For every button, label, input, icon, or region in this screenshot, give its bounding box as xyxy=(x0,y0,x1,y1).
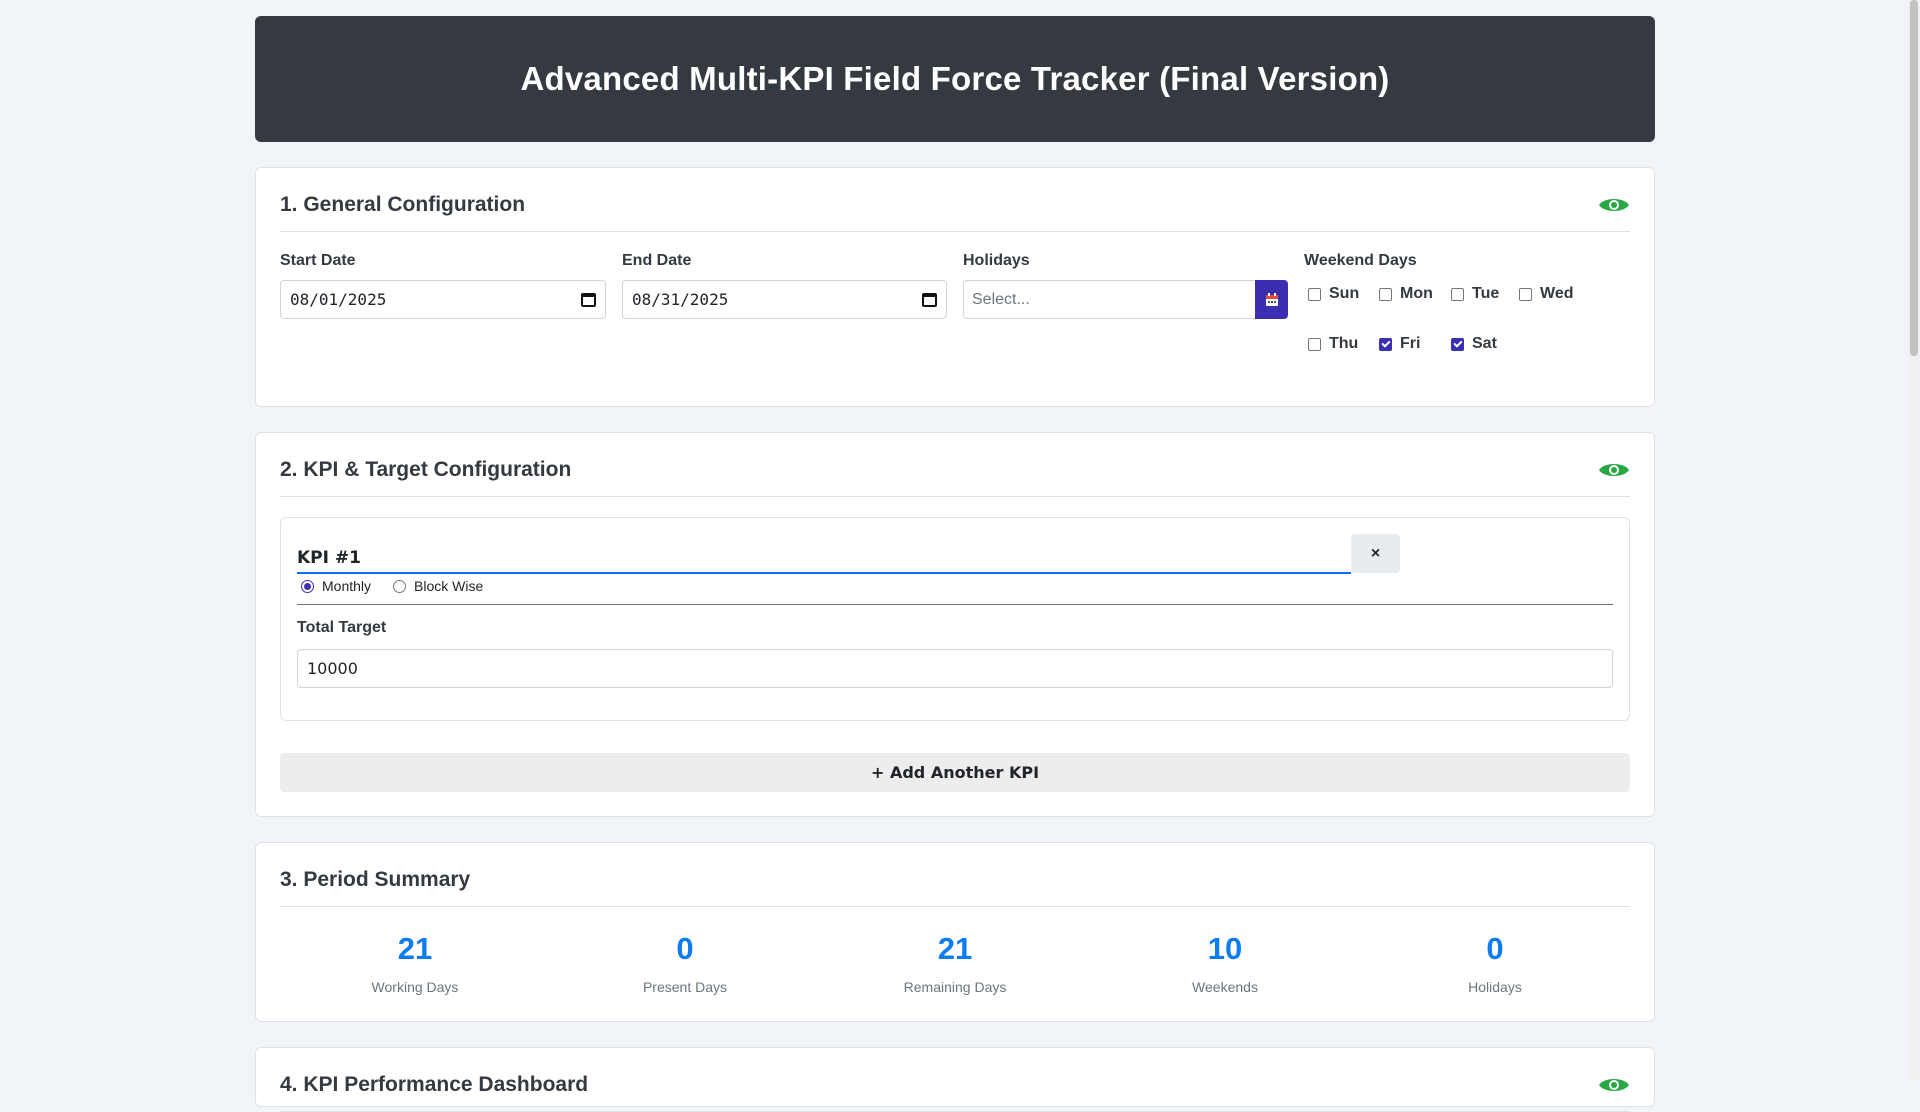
end-date-group: End Date 08/31/2025 xyxy=(622,252,947,358)
summary-stat: 21 Remaining Days xyxy=(820,931,1090,995)
kpi-dashboard-card: 4. KPI Performance Dashboard xyxy=(255,1047,1655,1112)
calendar-icon[interactable] xyxy=(581,292,596,307)
kpi-config-header: 2. KPI & Target Configuration xyxy=(280,458,1630,497)
holidays-label: Holidays xyxy=(963,252,1030,269)
weekend-label: Weekend Days xyxy=(1304,252,1417,269)
kpi-item: KPI #1 × Monthly Block Wise Total Target… xyxy=(280,517,1630,721)
kpi-mode-group: Monthly Block Wise xyxy=(297,578,1613,605)
weekday-checkbox[interactable] xyxy=(1379,287,1392,301)
holidays-group: Holidays Select... xyxy=(963,252,1288,358)
weekday-wed[interactable]: Wed xyxy=(1515,280,1575,308)
weekday-label: Mon xyxy=(1400,285,1433,302)
summary-stat: 0 Holidays xyxy=(1360,931,1630,995)
weekday-label: Fri xyxy=(1400,335,1421,352)
general-config-card: 1. General Configuration Start Date 08/0… xyxy=(255,167,1655,407)
mode-monthly-radio[interactable] xyxy=(301,579,314,593)
start-date-group: Start Date 08/01/2025 xyxy=(280,252,606,358)
weekday-tue[interactable]: Tue xyxy=(1447,280,1515,308)
stat-label: Holidays xyxy=(1468,979,1522,995)
stat-value: 21 xyxy=(397,931,433,966)
weekday-label: Sun xyxy=(1329,285,1360,302)
eye-icon[interactable] xyxy=(1598,195,1630,215)
stat-value: 21 xyxy=(937,931,973,966)
page-header: Advanced Multi-KPI Field Force Tracker (… xyxy=(255,16,1655,142)
stat-label: Weekends xyxy=(1192,979,1258,995)
weekday-grid: Sun Mon Tue Wed Thu Fri Sat xyxy=(1304,280,1629,358)
eye-icon[interactable] xyxy=(1598,1075,1630,1095)
weekday-sun[interactable]: Sun xyxy=(1304,280,1375,308)
kpi-config-card: 2. KPI & Target Configuration KPI #1 × M… xyxy=(255,432,1655,817)
mode-monthly-label: Monthly xyxy=(322,578,372,594)
add-kpi-button[interactable]: + Add Another KPI xyxy=(280,753,1630,792)
stat-label: Remaining Days xyxy=(903,979,1007,995)
end-date-label: End Date xyxy=(622,252,692,269)
page-container: Advanced Multi-KPI Field Force Tracker (… xyxy=(255,16,1655,1112)
kpi-name-input[interactable]: KPI #1 xyxy=(297,540,1351,574)
scrollbar-thumb[interactable] xyxy=(1910,0,1918,356)
end-date-value: 08/31/2025 xyxy=(632,290,729,309)
mode-block-radio[interactable] xyxy=(393,579,407,593)
page-scrollbar[interactable] xyxy=(1908,0,1920,1080)
weekday-thu[interactable]: Thu xyxy=(1304,330,1375,358)
mode-monthly-option[interactable]: Monthly xyxy=(297,578,371,594)
period-summary-card: 3. Period Summary 21 Working Days 0 Present… xyxy=(255,842,1655,1022)
weekday-checkbox[interactable] xyxy=(1308,287,1321,301)
weekday-sat[interactable]: Sat xyxy=(1447,330,1515,358)
period-summary-header: 3. Period Summary xyxy=(280,868,1630,907)
mode-block-label: Block Wise xyxy=(414,578,484,594)
summary-stat: 0 Present Days xyxy=(550,931,820,995)
kpi-config-title: 2. KPI & Target Configuration xyxy=(280,458,572,481)
summary-stat: 21 Working Days xyxy=(280,931,550,995)
period-summary-title: 3. Period Summary xyxy=(280,868,471,891)
general-config-title: 1. General Configuration xyxy=(280,193,526,216)
summary-stat: 10 Weekends xyxy=(1090,931,1360,995)
remove-kpi-button[interactable]: × xyxy=(1351,534,1400,573)
start-date-label: Start Date xyxy=(280,252,356,269)
stat-label: Working Days xyxy=(371,979,459,995)
stat-value: 0 xyxy=(676,931,694,966)
kpi-dashboard-title: 4. KPI Performance Dashboard xyxy=(280,1073,589,1096)
stat-value: 0 xyxy=(1486,931,1504,966)
weekday-checkbox[interactable] xyxy=(1379,337,1392,351)
start-date-input[interactable]: 08/01/2025 xyxy=(280,280,606,319)
start-date-value: 08/01/2025 xyxy=(290,290,387,309)
calendar-icon xyxy=(1265,292,1278,306)
weekday-checkbox[interactable] xyxy=(1451,287,1464,301)
weekday-checkbox[interactable] xyxy=(1308,337,1321,351)
holidays-input[interactable]: Select... xyxy=(963,280,1256,319)
weekday-label: Tue xyxy=(1472,285,1500,302)
weekday-checkbox[interactable] xyxy=(1519,287,1532,301)
total-target-value: 10000 xyxy=(307,659,358,678)
calendar-icon[interactable] xyxy=(922,292,937,307)
stat-value: 10 xyxy=(1207,931,1243,966)
weekday-checkbox[interactable] xyxy=(1451,337,1464,351)
weekday-label: Thu xyxy=(1329,335,1359,352)
weekday-fri[interactable]: Fri xyxy=(1375,330,1447,358)
total-target-input[interactable]: 10000 xyxy=(297,649,1613,688)
total-target-label: Total Target xyxy=(297,619,387,636)
general-config-header: 1. General Configuration xyxy=(280,193,1630,232)
stat-label: Present Days xyxy=(642,979,728,995)
summary-stats: 21 Working Days 0 Present Days 21 Remaining D… xyxy=(280,927,1630,995)
holidays-placeholder: Select... xyxy=(972,290,1030,308)
weekday-mon[interactable]: Mon xyxy=(1375,280,1447,308)
page-title: Advanced Multi-KPI Field Force Tracker (… xyxy=(520,60,1390,97)
kpi-dashboard-header: 4. KPI Performance Dashboard xyxy=(280,1073,1630,1112)
weekday-label: Sat xyxy=(1472,335,1497,352)
weekend-group: Weekend Days Sun Mon Tue Wed Thu Fri Sat xyxy=(1304,252,1629,358)
holidays-picker-button[interactable] xyxy=(1255,280,1288,319)
end-date-input[interactable]: 08/31/2025 xyxy=(622,280,947,319)
mode-block-option[interactable]: Block Wise xyxy=(389,578,483,594)
eye-icon[interactable] xyxy=(1598,460,1630,480)
weekday-label: Wed xyxy=(1540,285,1574,302)
